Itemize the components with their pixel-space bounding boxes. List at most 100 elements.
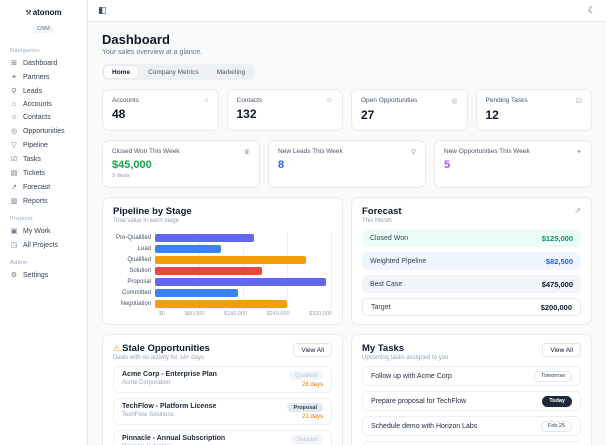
chart-bar[interactable]: [155, 244, 221, 253]
sidebar-item-contacts[interactable]: ☺ Contacts: [0, 111, 87, 124]
forecast-value: $82,500: [545, 256, 573, 266]
pipeline-by-stage-card: Pipeline by Stage Total value in each st…: [102, 197, 343, 325]
briefcase-icon: ▣: [10, 228, 18, 235]
weekly-cards-row: Closed Won This Week ♛ $45,000 3 deals Ne…: [102, 140, 592, 188]
sidebar-toggle-icon[interactable]: ◧: [98, 6, 107, 15]
stat-value: 48: [112, 107, 126, 121]
trophy-icon: ♛: [243, 149, 250, 156]
stat-card-open-opportunities[interactable]: Open Opportunities ◎ 27: [351, 89, 468, 131]
chart-bar-row: Negotiation: [113, 298, 332, 309]
sidebar-item-tickets[interactable]: ▤ Tickets: [0, 166, 87, 180]
contacts-icon: ☺: [10, 114, 18, 121]
stat-label: Contacts: [236, 97, 263, 104]
sidebar-item-partners[interactable]: ⚭ Partners: [0, 70, 87, 84]
sidebar-item-pipeline[interactable]: ▽ Pipeline: [0, 138, 87, 152]
tab-company-metrics[interactable]: Company Metrics: [140, 66, 207, 78]
card-closed-won-week[interactable]: Closed Won This Week ♛ $45,000 3 deals: [102, 140, 260, 188]
sidebar-item-accounts[interactable]: ⌂ Accounts: [0, 98, 87, 111]
forecast-row-best-case: Best Case $475,000: [362, 275, 581, 293]
chart-track: [155, 265, 332, 276]
stat-label: Accounts: [112, 97, 139, 104]
pipeline-chart: Pre-Qualified Lead Qualified Solution Propos…: [113, 232, 332, 317]
sidebar-item-tasks[interactable]: ☑ Tasks: [0, 152, 87, 166]
chart-bar[interactable]: [155, 299, 287, 308]
chart-tick-label: $320,000: [309, 311, 332, 317]
warning-icon: ⚠: [113, 344, 121, 353]
task-row[interactable]: Prepare proposal for TechFlow Today: [362, 391, 581, 411]
stat-card-contacts[interactable]: Contacts ☺ 132: [226, 89, 343, 131]
user-plus-icon: ⚲: [410, 149, 416, 156]
target-icon: ◎: [451, 98, 458, 105]
stage-badge: Proposal: [287, 403, 323, 412]
app-logo: ⚒atonom CRM: [0, 0, 87, 40]
forecast-row-closed-won: Closed Won $125,000: [362, 229, 581, 247]
dashboard-tabs: Home Company Metrics Marketing: [102, 64, 256, 80]
chart-bar[interactable]: [155, 266, 263, 275]
stat-value: $45,000: [112, 159, 152, 171]
days-stale: 21 days: [301, 414, 323, 420]
task-row[interactable]: Review contract terms - Pinnacle Feb 27: [362, 441, 581, 445]
logo-text: ⚒atonom: [25, 8, 62, 17]
chart-title: Pipeline by Stage: [113, 206, 192, 217]
sidebar-item-all-projects[interactable]: ◳ All Projects: [0, 238, 87, 252]
card-new-opportunities-week[interactable]: New Opportunities This Week ✦ 5: [434, 140, 592, 188]
task-row[interactable]: Follow up with Acme Corp Tomorrow: [362, 366, 581, 386]
chart-category-label: Proposal: [127, 278, 151, 285]
stale-view-all-button[interactable]: View All: [293, 343, 332, 357]
task-row[interactable]: Schedule demo with Horizon Labs Feb 25: [362, 416, 581, 436]
chart-bar[interactable]: [155, 233, 254, 242]
sparkles-icon: ✦: [576, 149, 582, 156]
due-badge: Today: [542, 395, 572, 407]
logo-badge: CRM: [34, 25, 53, 33]
chart-bar-row: Committed: [113, 287, 332, 298]
tab-home[interactable]: Home: [104, 66, 139, 78]
sidebar-item-settings[interactable]: ⚙ Settings: [0, 268, 87, 282]
tab-marketing[interactable]: Marketing: [209, 66, 254, 78]
stale-opportunity-row[interactable]: Acme Corp - Enterprise Plan Acme Corporat…: [113, 366, 332, 393]
pipeline-chart-rows: Pre-Qualified Lead Qualified Solution Propos…: [113, 232, 332, 309]
forecast-value: $475,000: [541, 279, 573, 289]
stat-cards-row: Accounts ⌂ 48 Contacts ☺ 132 Open Opportun…: [102, 89, 592, 131]
main-area: ◧ ☾ Dashboard Your sales overview at a g…: [88, 0, 606, 445]
stat-label: New Opportunities This Week: [444, 148, 530, 155]
chart-bar[interactable]: [155, 288, 238, 297]
logo-icon: ⚒: [25, 10, 32, 17]
sidebar-item-reports[interactable]: ▥ Reports: [0, 194, 87, 208]
sidebar-item-forecast[interactable]: ↗ Forecast: [0, 180, 87, 194]
stale-opportunity-row[interactable]: Pinnacle - Annual SubscriptionPinnacle I…: [113, 430, 332, 445]
chart-bar-row: Qualified: [113, 254, 332, 265]
tasks-view-all-button[interactable]: View All: [542, 343, 581, 357]
tickets-icon: ▤: [10, 170, 18, 177]
card-new-leads-week[interactable]: New Leads This Week ⚲ 8: [268, 140, 426, 188]
tasks-title: My Tasks: [362, 343, 405, 354]
tasks-subtitle: Upcoming tasks assigned to you: [362, 355, 449, 361]
sidebar-item-opportunities[interactable]: ◎ Opportunities: [0, 124, 87, 138]
chart-bar[interactable]: [155, 277, 326, 286]
leads-icon: ⚲: [11, 88, 17, 95]
dashboard-content: Dashboard Your sales overview at a glanc…: [88, 22, 606, 445]
reports-icon: ▥: [10, 198, 18, 205]
app-window: ⚒atonom CRM Navigation ⊞ Dashboard ⚭ Partn…: [0, 0, 606, 445]
chart-bar-row: Proposal: [113, 276, 332, 287]
partners-icon: ⚭: [11, 74, 17, 81]
chart-bar[interactable]: [155, 255, 307, 264]
stat-card-accounts[interactable]: Accounts ⌂ 48: [102, 89, 219, 131]
theme-toggle-icon[interactable]: ☾: [588, 6, 596, 15]
chart-category-label: Pre-Qualified: [115, 234, 151, 241]
stat-card-pending-tasks[interactable]: Pending Tasks ☑ 12: [475, 89, 592, 131]
sidebar: ⚒atonom CRM Navigation ⊞ Dashboard ⚭ Partn…: [0, 0, 88, 445]
stat-label: Open Opportunities: [361, 97, 418, 104]
chart-bar-row: Solution: [113, 265, 332, 276]
sidebar-item-my-work[interactable]: ▣ My Work: [0, 224, 87, 238]
chart-subtitle: Total value in each stage: [113, 218, 180, 224]
sidebar-item-leads[interactable]: ⚲ Leads: [0, 84, 87, 98]
sidebar-item-dashboard[interactable]: ⊞ Dashboard: [0, 56, 87, 70]
tasks-icon: ☑: [10, 156, 18, 163]
forecast-subtitle: This Month: [362, 218, 392, 224]
stat-value: 12: [485, 108, 499, 122]
pipeline-chart-x-axis: $0 $80,000 $160,000 $240,000 $320,000: [159, 311, 332, 317]
stat-value: 27: [361, 108, 375, 122]
stale-opportunity-row[interactable]: TechFlow - Platform License TechFlow Solu…: [113, 398, 332, 425]
stat-label: Closed Won This Week: [112, 148, 180, 155]
chart-category-label: Committed: [121, 289, 151, 296]
